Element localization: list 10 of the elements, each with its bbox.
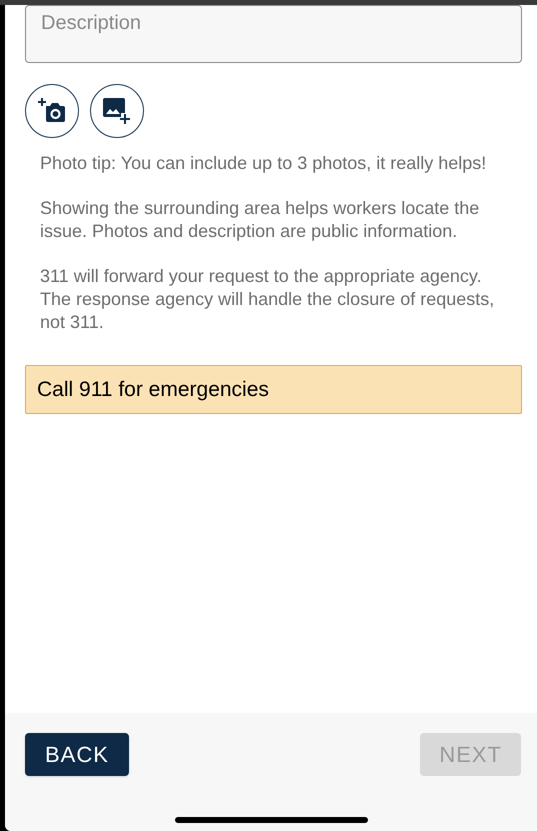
- info-text: Photo tip: You can include up to 3 photos, it really helps!: [40, 152, 488, 175]
- add-photo-button[interactable]: [25, 84, 79, 138]
- emergency-notice: Call 911 for emergencies: [25, 365, 522, 414]
- description-field[interactable]: Description: [25, 5, 522, 63]
- add-image-button[interactable]: [90, 84, 144, 138]
- info-text: Showing the surrounding area helps workers locate the issue. Photos and description are public information.: [40, 197, 480, 243]
- add-camera-icon: [38, 98, 66, 124]
- back-button[interactable]: BACK: [25, 733, 129, 776]
- info-text: 311 will forward your request to the appropriate agency. The response agency will handle the closure of requests, not 311.: [40, 265, 496, 334]
- add-image-icon: [103, 98, 131, 124]
